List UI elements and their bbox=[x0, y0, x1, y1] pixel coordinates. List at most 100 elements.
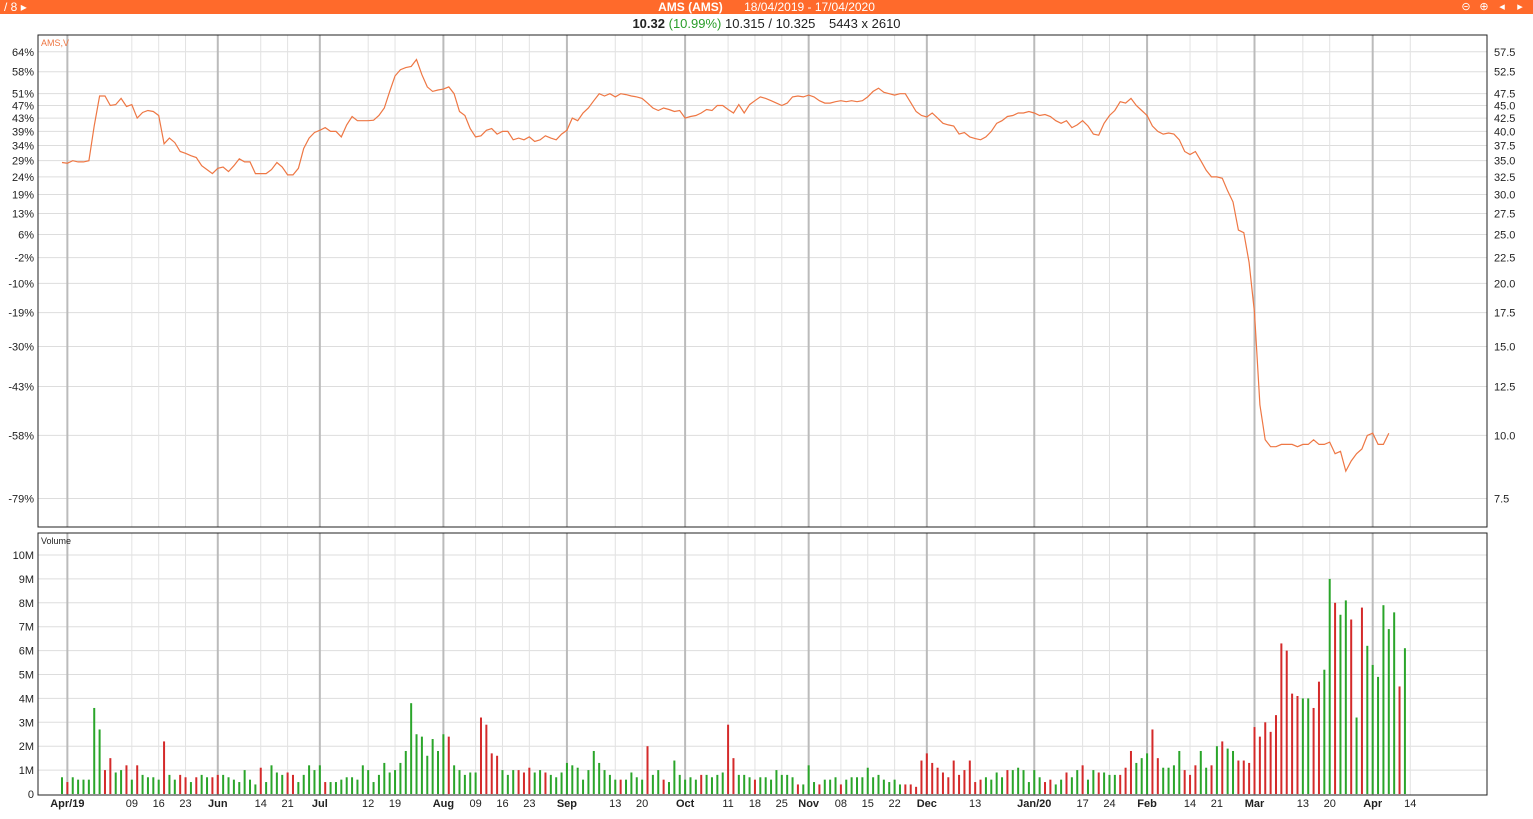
volume-bar bbox=[1360, 607, 1363, 794]
volume-bar bbox=[308, 765, 311, 794]
x-tick-label: 25 bbox=[776, 798, 788, 810]
x-tick-label: 15 bbox=[862, 798, 874, 810]
price-tick-left: -10% bbox=[8, 278, 34, 290]
volume-bar bbox=[759, 777, 762, 794]
volume-bar bbox=[1194, 765, 1197, 794]
volume-bar bbox=[823, 779, 826, 794]
volume-bar bbox=[168, 774, 171, 794]
volume-bar bbox=[1070, 777, 1073, 794]
x-tick-label: Mar bbox=[1245, 798, 1265, 810]
price-tick-left: 47% bbox=[12, 101, 34, 113]
volume-bar bbox=[684, 779, 687, 794]
volume-bar bbox=[87, 779, 90, 794]
price-tick-right: 25.0 bbox=[1494, 229, 1515, 241]
volume-bar bbox=[512, 770, 515, 794]
volume-bar bbox=[1258, 736, 1261, 794]
volume-bar bbox=[694, 779, 697, 794]
volume-bar bbox=[641, 779, 644, 794]
volume-bar bbox=[1033, 770, 1036, 794]
volume-bar bbox=[1027, 782, 1030, 794]
x-tick-label: Jan/20 bbox=[1017, 798, 1051, 810]
volume-bar bbox=[1323, 669, 1326, 794]
volume-bar bbox=[157, 779, 160, 794]
volume-bar bbox=[1178, 750, 1181, 794]
x-tick-label: 14 bbox=[255, 798, 267, 810]
volume-bar bbox=[1140, 758, 1143, 794]
volume-bar bbox=[1124, 767, 1127, 794]
volume-bar bbox=[1189, 774, 1192, 794]
price-tick-right: 10.0 bbox=[1494, 430, 1515, 442]
price-tick-right: 20.0 bbox=[1494, 278, 1515, 290]
volume-bar bbox=[1022, 770, 1025, 794]
volume-bar bbox=[587, 770, 590, 794]
volume-bar bbox=[571, 765, 574, 794]
volume-bar bbox=[377, 774, 380, 794]
volume-bar bbox=[1317, 681, 1320, 794]
volume-bar bbox=[184, 777, 187, 794]
volume-bar bbox=[807, 765, 810, 794]
volume-bar bbox=[291, 774, 294, 794]
volume-bar bbox=[1060, 779, 1063, 794]
volume-bar bbox=[1248, 762, 1251, 794]
volume-bar bbox=[1377, 676, 1380, 794]
volume-bar bbox=[775, 770, 778, 794]
volume-bar bbox=[179, 774, 182, 794]
volume-bar bbox=[130, 779, 133, 794]
volume-bar bbox=[227, 777, 230, 794]
x-tick-label: 08 bbox=[835, 798, 847, 810]
volume-bar bbox=[367, 770, 370, 794]
volume-bar bbox=[662, 779, 665, 794]
volume-bar bbox=[1210, 765, 1213, 794]
x-tick-label: Apr bbox=[1363, 798, 1383, 810]
volume-bar bbox=[458, 770, 461, 794]
volume-bar bbox=[195, 777, 198, 794]
x-tick-label: Aug bbox=[433, 798, 454, 810]
volume-bar bbox=[705, 774, 708, 794]
volume-bar bbox=[1113, 774, 1116, 794]
volume-bar bbox=[120, 770, 123, 794]
volume-bar bbox=[324, 782, 327, 794]
volume-bar bbox=[856, 777, 859, 794]
volume-bars bbox=[61, 578, 1406, 794]
price-tick-right: 57.5 bbox=[1494, 47, 1515, 59]
x-tick-label: 21 bbox=[1211, 798, 1223, 810]
volume-bar bbox=[1274, 715, 1277, 794]
volume-tick: 10M bbox=[13, 550, 34, 562]
volume-bar bbox=[834, 777, 837, 794]
volume-bar bbox=[302, 774, 305, 794]
volume-bar bbox=[98, 729, 101, 794]
x-tick-label: 20 bbox=[1324, 798, 1336, 810]
volume-bar bbox=[1108, 774, 1111, 794]
volume-bar bbox=[501, 770, 504, 794]
volume-bar bbox=[533, 772, 536, 794]
volume-bar bbox=[920, 760, 923, 794]
price-volume-chart[interactable]: AMS,V Volume 64% 58% 51%47%43%39% 34% 29% 24%… bbox=[0, 0, 1533, 819]
volume-bar bbox=[345, 777, 348, 794]
x-tick-label: 18 bbox=[749, 798, 761, 810]
x-tick-label: 12 bbox=[362, 798, 374, 810]
volume-bar bbox=[1334, 602, 1337, 794]
volume-bar bbox=[1232, 750, 1235, 794]
volume-tick: 1M bbox=[19, 765, 34, 777]
volume-bar bbox=[1044, 782, 1047, 794]
volume-bar bbox=[791, 777, 794, 794]
volume-axis: 0 1M 2M 3M 4M 5M 6M 7M 8M 9M 10M bbox=[13, 550, 34, 801]
volume-bar bbox=[426, 755, 429, 794]
price-tick-left: 39% bbox=[12, 126, 34, 138]
volume-bar bbox=[544, 772, 547, 794]
volume-bar bbox=[576, 767, 579, 794]
price-tick-left: 19% bbox=[12, 189, 34, 201]
volume-bar bbox=[1081, 765, 1084, 794]
volume-bar bbox=[990, 779, 993, 794]
x-tick-label: Oct bbox=[676, 798, 695, 810]
volume-bar bbox=[431, 739, 434, 794]
volume-bar bbox=[437, 750, 440, 794]
volume-bar bbox=[1199, 750, 1202, 794]
volume-bar bbox=[490, 753, 493, 794]
price-panel[interactable] bbox=[37, 34, 1488, 528]
volume-bar bbox=[850, 777, 853, 794]
volume-bar bbox=[1339, 614, 1342, 794]
volume-bar bbox=[356, 779, 359, 794]
volume-bar bbox=[1086, 779, 1089, 794]
volume-bar bbox=[410, 703, 413, 794]
